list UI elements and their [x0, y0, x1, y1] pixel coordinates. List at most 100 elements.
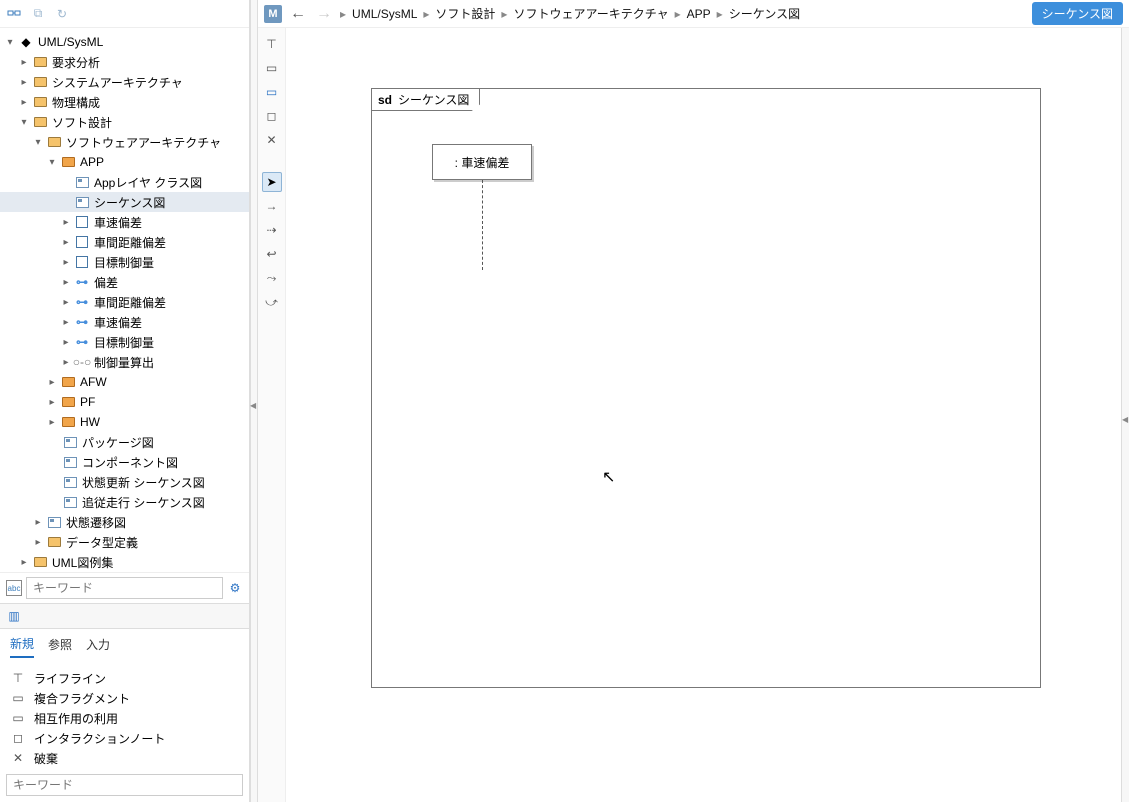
breadcrumb-item[interactable]: APP	[687, 7, 711, 21]
palette-combined[interactable]: ▭複合フラグメント	[0, 688, 249, 708]
tree-item[interactable]: ▸車速偏差	[0, 212, 249, 232]
tree-item[interactable]: ▸システムアーキテクチャ	[0, 72, 249, 92]
tab-input[interactable]: 入力	[86, 636, 110, 657]
nav-forward[interactable]: →	[314, 5, 334, 23]
nav-back[interactable]: ←	[288, 5, 308, 23]
tool-return-message[interactable]: ↩	[262, 244, 282, 264]
tree-item[interactable]: ▸UML図例集	[0, 552, 249, 572]
tree-item[interactable]: ▾ソフト設計	[0, 112, 249, 132]
tree-label: UML図例集	[52, 554, 113, 571]
interface-icon: ⊶	[74, 275, 90, 289]
tool-create-message[interactable]: ⤳	[262, 268, 282, 288]
tree-label: 状態更新 シーケンス図	[82, 474, 205, 491]
palette-label: 相互作用の利用	[34, 710, 118, 727]
tree-item[interactable]: パッケージ図	[0, 432, 249, 452]
tool-lost-found[interactable]: ⤻	[262, 292, 282, 312]
cursor-icon: ↖	[602, 467, 615, 487]
tool-interaction-use[interactable]: ▭	[262, 82, 282, 102]
breadcrumb-item[interactable]: ソフト設計	[435, 5, 495, 22]
search-scope-icon[interactable]: abc	[6, 580, 22, 596]
tree-root[interactable]: ▾◆UML/SysML	[0, 32, 249, 52]
breadcrumb-item[interactable]: ソフトウェアアーキテクチャ	[513, 5, 668, 22]
tree-item[interactable]: ▸物理構成	[0, 92, 249, 112]
lifeline-stem[interactable]	[482, 180, 483, 270]
sidebar: ⧉ ↻ ▾◆UML/SysML ▸要求分析 ▸システムアーキテクチャ ▸物理構成…	[0, 0, 250, 802]
tree-item[interactable]: ▸要求分析	[0, 52, 249, 72]
tab-new[interactable]: 新規	[10, 635, 34, 658]
folder-icon	[48, 137, 61, 147]
palette-note[interactable]: ◻インタラクションノート	[0, 728, 249, 748]
tree-item[interactable]: ▸状態遷移図	[0, 512, 249, 532]
breadcrumb-item[interactable]: シーケンス図	[729, 5, 800, 22]
palette-lifeline[interactable]: ⊤ライフライン	[0, 668, 249, 688]
folder-icon	[34, 117, 47, 127]
tree-item[interactable]: ▸⊶偏差	[0, 272, 249, 292]
interface-icon: ⊶	[74, 295, 90, 309]
tree-item[interactable]: ▸車間距離偏差	[0, 232, 249, 252]
tree-item[interactable]: ▸⊶車速偏差	[0, 312, 249, 332]
tree-label: 偏差	[94, 274, 118, 291]
sequence-diagram-icon	[76, 197, 89, 208]
tree-item[interactable]: ▸AFW	[0, 372, 249, 392]
palette-tabs: 新規 参照 入力	[0, 629, 249, 666]
tree-label: コンポーネント図	[82, 454, 178, 471]
diagram-type-chip[interactable]: シーケンス図	[1032, 2, 1123, 25]
tool-sync-message[interactable]: →	[262, 196, 282, 216]
tool-lifeline[interactable]: ⊤	[262, 34, 282, 54]
search-options-icon[interactable]: ⚙	[227, 580, 243, 596]
tree-label: 目標制御量	[94, 334, 154, 351]
breadcrumb: M ← → ▸UML/SysML ▸ソフト設計 ▸ソフトウェアアーキテクチャ ▸…	[258, 0, 1129, 28]
folder-icon	[48, 537, 61, 547]
tree-label: 車間距離偏差	[94, 234, 166, 251]
copy-icon[interactable]: ⧉	[30, 6, 46, 22]
tool-pointer[interactable]: ➤	[262, 172, 282, 192]
palette-icon: ▥	[6, 608, 22, 624]
tree-item[interactable]: ▸⊶車間距離偏差	[0, 292, 249, 312]
palette-label: 破棄	[34, 750, 58, 767]
tree-item[interactable]: コンポーネント図	[0, 452, 249, 472]
breadcrumb-item[interactable]: UML/SysML	[352, 7, 417, 21]
model-tree[interactable]: ▾◆UML/SysML ▸要求分析 ▸システムアーキテクチャ ▸物理構成 ▾ソフ…	[0, 28, 249, 572]
tree-item[interactable]: ▸目標制御量	[0, 252, 249, 272]
tree-item[interactable]: ▸データ型定義	[0, 532, 249, 552]
tree-item[interactable]: ▾ソフトウェアアーキテクチャ	[0, 132, 249, 152]
tree-item[interactable]: ▸HW	[0, 412, 249, 432]
tool-note[interactable]: ◻	[262, 106, 282, 126]
tree-label: AFW	[80, 375, 107, 389]
tree-item[interactable]: ▸○-○制御量算出	[0, 352, 249, 372]
interface-icon: ⊶	[74, 315, 90, 329]
diagram-tool-icon[interactable]	[6, 6, 22, 22]
tree-item[interactable]: ▸PF	[0, 392, 249, 412]
palette-interaction-use[interactable]: ▭相互作用の利用	[0, 708, 249, 728]
component-diagram-icon	[64, 457, 77, 468]
tree-label: 目標制御量	[94, 254, 154, 271]
tree-item-selected[interactable]: シーケンス図	[0, 192, 249, 212]
tree-item[interactable]: 追従走行 シーケンス図	[0, 492, 249, 512]
lifeline-icon: ⊤	[10, 671, 26, 685]
splitter-left[interactable]	[250, 0, 258, 802]
lifeline[interactable]: : 車速偏差	[432, 144, 532, 180]
diagram-canvas[interactable]: sd シーケンス図 : 車速偏差 ↖	[286, 28, 1121, 802]
tool-destroy[interactable]: ✕	[262, 130, 282, 150]
search-input[interactable]	[26, 577, 223, 599]
tab-ref[interactable]: 参照	[48, 636, 72, 657]
refresh-icon[interactable]: ↻	[54, 6, 70, 22]
palette-filter-input[interactable]	[6, 774, 243, 796]
tree-label: 車速偏差	[94, 314, 142, 331]
tree-item[interactable]: ▾APP	[0, 152, 249, 172]
diagram-frame[interactable]: sd シーケンス図 : 車速偏差 ↖	[371, 88, 1041, 688]
palette-header: ▥	[0, 603, 249, 629]
tree-label: データ型定義	[66, 534, 138, 551]
tool-fragment[interactable]: ▭	[262, 58, 282, 78]
state-diagram-icon	[48, 517, 61, 528]
fragment-icon: ▭	[10, 691, 26, 705]
tree-item[interactable]: 状態更新 シーケンス図	[0, 472, 249, 492]
tool-async-message[interactable]: ⇢	[262, 220, 282, 240]
tree-item[interactable]: ▸⊶目標制御量	[0, 332, 249, 352]
class-diagram-icon	[76, 177, 89, 188]
package-diagram-icon	[64, 437, 77, 448]
operation-icon: ○-○	[74, 355, 90, 369]
palette-destroy[interactable]: ✕破棄	[0, 748, 249, 768]
tree-item[interactable]: Appレイヤ クラス図	[0, 172, 249, 192]
splitter-right[interactable]	[1121, 28, 1129, 802]
